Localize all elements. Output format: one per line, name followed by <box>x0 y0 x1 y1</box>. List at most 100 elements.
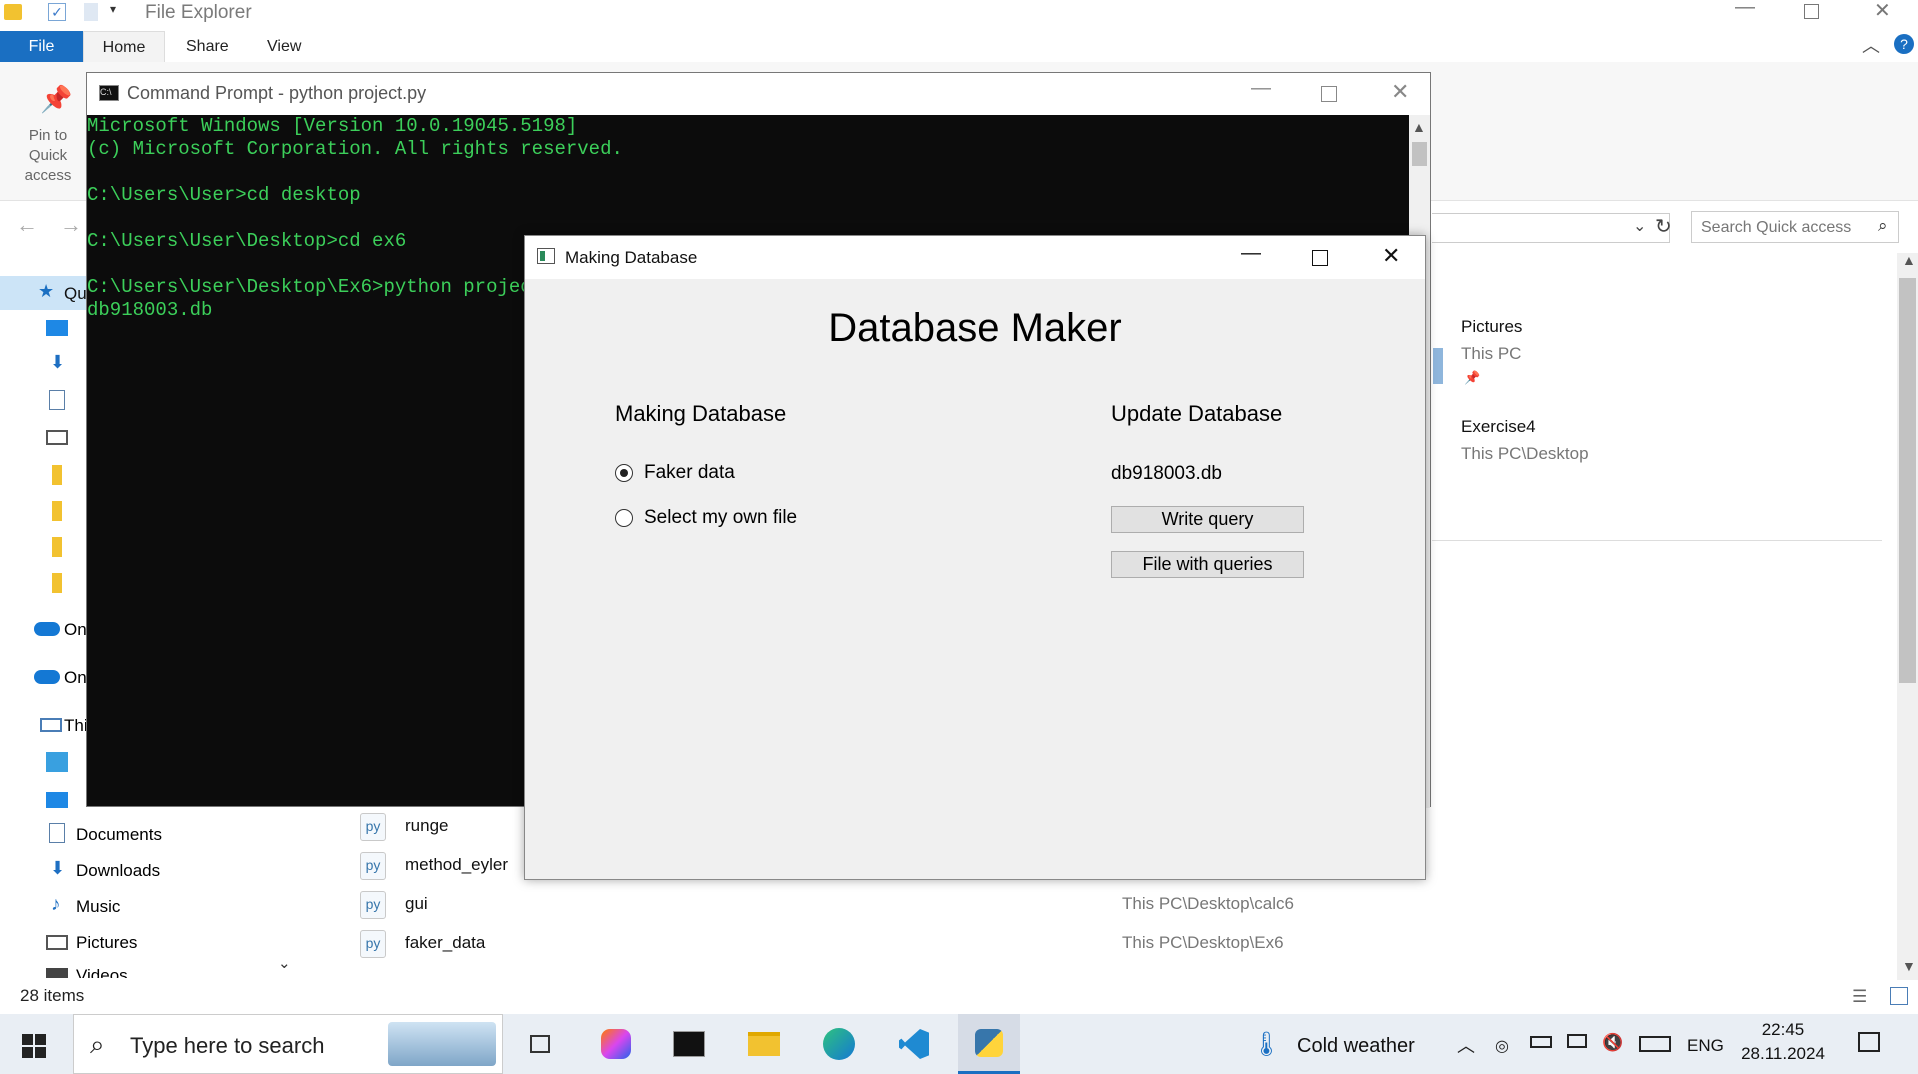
frequent-folder-location: This PC <box>1461 344 1522 363</box>
large-icons-view-icon[interactable] <box>1890 987 1908 1005</box>
minimize-icon[interactable]: — <box>1735 0 1755 19</box>
search-input[interactable]: Search Quick access <box>1691 211 1899 243</box>
nav-item-onedrive[interactable]: OneDrive <box>64 620 88 640</box>
nav-item-onedrive[interactable]: OneDrive <box>64 668 88 688</box>
cmd-line: db918003.db <box>87 299 213 321</box>
weather-label[interactable]: Cold weather <box>1297 1035 1415 1058</box>
notifications-icon[interactable] <box>1858 1032 1880 1052</box>
app-window-title: Making Database <box>565 248 698 267</box>
pictures-folder-thumbnail <box>1433 348 1443 384</box>
close-icon[interactable]: ✕ <box>1382 243 1400 269</box>
recent-file-name[interactable]: runge <box>405 816 448 836</box>
forward-icon[interactable]: → <box>60 212 82 238</box>
help-icon[interactable]: ? <box>1894 34 1914 54</box>
collapse-ribbon-icon[interactable]: ︿ <box>1862 32 1880 58</box>
section-divider <box>1432 540 1882 541</box>
document-icon <box>49 823 65 843</box>
videos-icon <box>46 968 68 978</box>
scroll-up-icon[interactable]: ▲ <box>1412 119 1426 135</box>
tab-view[interactable]: View <box>267 31 301 62</box>
details-view-icon[interactable]: ☰ <box>1852 987 1867 1007</box>
search-icon: ⌕ <box>90 1029 105 1059</box>
nav-item-documents[interactable]: Documents <box>76 825 162 845</box>
scroll-up-icon[interactable]: ▲ <box>1902 252 1916 268</box>
volume-muted-icon[interactable]: 🔇 <box>1602 1033 1623 1053</box>
recent-file-location: This PC\Desktop\calc6 <box>1122 894 1294 913</box>
explorer-title: File Explorer <box>145 2 252 23</box>
nav-scroll-down-icon[interactable]: ⌄ <box>278 954 291 972</box>
address-dropdown-icon[interactable]: ⌄ <box>1633 216 1646 236</box>
folder-icon <box>52 573 62 593</box>
network-icon[interactable] <box>1567 1034 1587 1048</box>
nav-item-this-pc[interactable]: This PC <box>64 716 88 736</box>
keyboard-icon[interactable] <box>1639 1036 1671 1052</box>
scroll-down-icon[interactable]: ▼ <box>1902 958 1916 974</box>
desktop-icon <box>46 792 68 808</box>
write-query-button[interactable]: Write query <box>1111 506 1304 533</box>
nav-item-videos[interactable]: Videos <box>76 966 128 978</box>
making-database-window[interactable]: Making Database — ✕ Database Maker Makin… <box>524 235 1426 880</box>
python-file-icon: py <box>360 813 386 841</box>
content-scrollbar-thumb[interactable] <box>1899 278 1916 683</box>
python-file-icon: py <box>360 852 386 880</box>
thermometer-icon: 🌡 <box>1251 1031 1282 1058</box>
language-indicator[interactable]: ENG <box>1687 1036 1724 1056</box>
nav-item-downloads[interactable]: Downloads <box>76 861 160 881</box>
radio-faker-label: Faker data <box>644 462 735 483</box>
radio-select-own-file[interactable]: Select my own file <box>615 507 797 529</box>
folder-icon <box>52 465 62 485</box>
minimize-icon[interactable]: — <box>1251 77 1271 100</box>
copilot-icon[interactable] <box>585 1014 647 1074</box>
cmd-line: C:\Users\User\Desktop\Ex6>python project… <box>87 276 578 298</box>
radio-faker-data[interactable]: Faker data <box>615 462 735 484</box>
nav-item-music[interactable]: Music <box>76 897 120 917</box>
maximize-icon[interactable] <box>1312 250 1328 266</box>
nav-item-pictures[interactable]: Pictures <box>76 933 137 953</box>
file-explorer-app-icon[interactable] <box>733 1014 795 1074</box>
tab-share[interactable]: Share <box>186 31 229 62</box>
recent-file-name[interactable]: method_eyler <box>405 855 508 875</box>
pin-icon[interactable]: 📌 <box>40 84 72 115</box>
recent-file-name[interactable]: gui <box>405 894 428 914</box>
properties-icon[interactable]: ✓ <box>48 3 66 21</box>
python-app-icon[interactable] <box>958 1014 1020 1074</box>
frequent-folder-name[interactable]: Pictures <box>1461 317 1522 337</box>
pin-to-quick-access-label[interactable]: Pin to Quick access <box>8 126 88 186</box>
new-folder-icon[interactable] <box>84 3 98 21</box>
battery-icon[interactable] <box>1530 1036 1552 1048</box>
clock[interactable]: 22:45 28.11.2024 <box>1728 1018 1838 1066</box>
terminal-app-icon[interactable] <box>658 1014 720 1074</box>
close-icon[interactable]: ✕ <box>1391 79 1409 105</box>
back-icon[interactable]: ← <box>16 212 38 238</box>
music-icon: ♪ <box>51 894 61 915</box>
cmd-scrollbar-thumb[interactable] <box>1412 142 1427 166</box>
taskbar-search-placeholder[interactable]: Type here to search <box>130 1033 324 1059</box>
search-icon: ⌕ <box>1878 216 1888 235</box>
maximize-icon[interactable] <box>1321 86 1337 102</box>
onedrive-icon <box>34 622 60 636</box>
frequent-folder-name[interactable]: Exercise4 <box>1461 417 1536 437</box>
edge-browser-icon[interactable] <box>808 1014 870 1074</box>
radio-button-checked[interactable] <box>615 464 633 482</box>
refresh-icon[interactable]: ↻ <box>1655 214 1672 239</box>
restore-icon[interactable] <box>1804 4 1819 19</box>
cmd-titlebar[interactable]: C:\ Command Prompt - python project.py —… <box>87 73 1430 115</box>
recent-file-name[interactable]: faker_data <box>405 933 485 953</box>
vscode-icon[interactable] <box>883 1014 945 1074</box>
show-hidden-icons-icon[interactable]: ︿ <box>1457 1032 1475 1058</box>
quick-access-toolbar-dropdown-icon[interactable]: ▾ <box>110 2 116 16</box>
pictures-icon <box>46 935 68 950</box>
recent-file-location: This PC\Desktop\Ex6 <box>1122 933 1284 952</box>
windows-start-icon[interactable] <box>22 1034 46 1058</box>
frequent-folder-location: This PC\Desktop <box>1461 444 1589 463</box>
close-icon[interactable]: ✕ <box>1874 0 1891 23</box>
task-view-icon[interactable] <box>509 1014 571 1074</box>
radio-button-unchecked[interactable] <box>615 509 633 527</box>
clock-time: 22:45 <box>1761 1020 1805 1039</box>
tab-home[interactable]: Home <box>83 31 165 62</box>
file-with-queries-button[interactable]: File with queries <box>1111 551 1304 578</box>
app-titlebar[interactable]: Making Database — ✕ <box>525 236 1425 279</box>
minimize-icon[interactable]: — <box>1241 242 1261 265</box>
tab-file[interactable]: File <box>0 31 83 62</box>
meet-now-icon[interactable]: ◎ <box>1495 1036 1509 1056</box>
